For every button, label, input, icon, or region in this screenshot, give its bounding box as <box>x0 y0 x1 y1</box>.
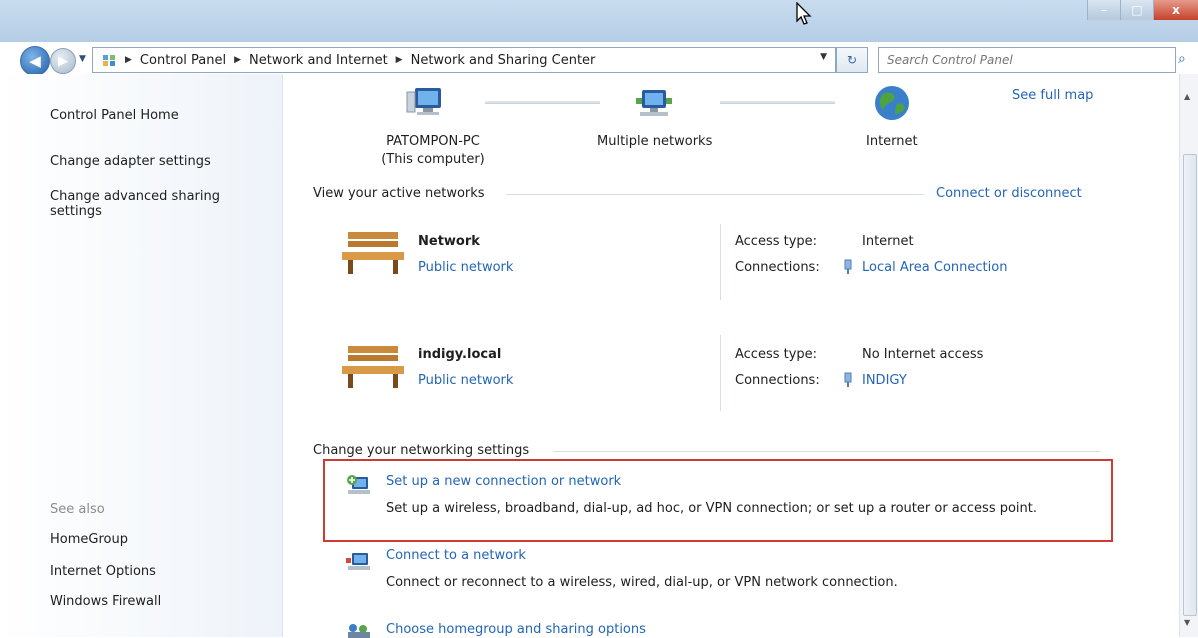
forward-button[interactable]: ▶ <box>50 48 76 74</box>
breadcrumb-control-panel[interactable]: Control Panel <box>140 53 226 68</box>
internet-label: Internet <box>866 134 918 149</box>
computer-icon <box>406 88 441 115</box>
sidebar-item-homegroup[interactable]: HomeGroup <box>50 532 128 547</box>
sidebar: Control Panel Home Change adapter settin… <box>0 74 283 637</box>
task-description: Connect or reconnect to a wireless, wire… <box>386 575 898 590</box>
search-input[interactable] <box>885 48 1149 72</box>
sidebar-item-windows-firewall[interactable]: Windows Firewall <box>50 594 161 609</box>
internet-globe-icon <box>875 86 909 120</box>
this-computer-label: (This computer) <box>381 152 485 167</box>
see-also-heading: See also <box>50 502 105 517</box>
public-network-bench-icon <box>342 346 404 388</box>
sidebar-item-internet-options[interactable]: Internet Options <box>50 564 156 579</box>
mouse-cursor-icon <box>796 2 812 25</box>
ethernet-connection-icon <box>844 372 852 387</box>
network-type-link[interactable]: Public network <box>418 260 513 275</box>
access-type-label: Access type: <box>735 347 818 362</box>
recent-pages-dropdown[interactable]: ▼ <box>79 54 86 64</box>
control-panel-icon <box>103 55 115 66</box>
connection-link[interactable]: Local Area Connection <box>862 260 1007 275</box>
address-bar[interactable]: ▶ Control Panel ▶ Network and Internet ▶… <box>92 47 836 73</box>
sidebar-item-change-advanced-sharing[interactable]: Change advanced sharing settings <box>50 189 220 219</box>
network-name: indigy.local <box>418 347 502 362</box>
task-description: Set up a wireless, broadband, dial-up, a… <box>386 501 1038 516</box>
connections-label: Connections: <box>735 373 820 388</box>
window-caption-buttons: – □ x <box>1087 0 1198 20</box>
network-info-divider <box>720 224 721 300</box>
search-icon[interactable]: ⌕ <box>1178 51 1186 67</box>
scroll-down-icon[interactable]: ▼ <box>1184 618 1190 627</box>
access-type-value: No Internet access <box>862 347 984 362</box>
network-name: Network <box>418 234 480 249</box>
forward-arrow-icon: ▶ <box>58 53 68 69</box>
title-bar <box>0 0 1198 42</box>
sidebar-item-label: Change advanced sharing <box>50 189 220 204</box>
map-connection-line <box>485 101 600 104</box>
maximize-button[interactable]: □ <box>1120 0 1153 20</box>
network-info-divider <box>720 335 721 411</box>
multiple-networks-label: Multiple networks <box>597 134 713 149</box>
section-divider <box>553 451 1100 452</box>
public-network-bench-icon <box>342 232 404 274</box>
sidebar-item-control-panel-home[interactable]: Control Panel Home <box>50 108 179 123</box>
back-arrow-icon: ◀ <box>29 52 41 70</box>
refresh-button[interactable]: ↻ <box>836 47 868 73</box>
network-type-link[interactable]: Public network <box>418 373 513 388</box>
access-type-value: Internet <box>862 234 914 249</box>
see-full-map-link[interactable]: See full map <box>1012 88 1093 103</box>
homegroup-icon <box>348 624 370 638</box>
new-connection-icon <box>347 475 370 494</box>
task-homegroup-link[interactable]: Choose homegroup and sharing options <box>386 622 646 637</box>
vertical-scrollbar[interactable]: ▲ ▼ <box>1179 74 1198 637</box>
connections-label: Connections: <box>735 260 820 275</box>
map-connection-line <box>720 101 835 104</box>
connection-link[interactable]: INDIGY <box>862 373 907 388</box>
search-box[interactable] <box>878 47 1176 73</box>
connect-network-icon <box>346 553 370 570</box>
task-connect-to-network-link[interactable]: Connect to a network <box>386 548 526 563</box>
address-dropdown-icon[interactable]: ▼ <box>820 52 827 62</box>
breadcrumb-separator-icon[interactable]: ▶ <box>234 55 241 65</box>
sidebar-item-change-adapter-settings[interactable]: Change adapter settings <box>50 154 211 169</box>
scroll-up-icon[interactable]: ▲ <box>1184 92 1190 101</box>
computer-name-label: PATOMPON-PC <box>386 134 480 149</box>
breadcrumb-network-sharing-center[interactable]: Network and Sharing Center <box>411 53 596 68</box>
close-button[interactable]: x <box>1153 0 1198 20</box>
back-button[interactable]: ◀ <box>20 46 50 76</box>
task-set-up-connection-link[interactable]: Set up a new connection or network <box>386 474 621 489</box>
refresh-icon: ↻ <box>846 53 858 67</box>
breadcrumb-separator-icon[interactable]: ▶ <box>125 55 132 65</box>
access-type-label: Access type: <box>735 234 818 249</box>
sidebar-item-label: settings <box>50 204 102 219</box>
connect-or-disconnect-link[interactable]: Connect or disconnect <box>936 186 1082 201</box>
networking-settings-heading: Change your networking settings <box>313 443 530 458</box>
ethernet-connection-icon <box>844 259 852 274</box>
breadcrumb-network-and-internet[interactable]: Network and Internet <box>249 53 388 68</box>
minimize-button[interactable]: – <box>1087 0 1120 20</box>
active-networks-heading: View your active networks <box>313 186 485 201</box>
breadcrumb-separator-icon[interactable]: ▶ <box>396 55 403 65</box>
section-divider <box>506 194 924 195</box>
multiple-networks-icon <box>636 90 672 116</box>
scrollbar-thumb[interactable] <box>1183 154 1197 616</box>
